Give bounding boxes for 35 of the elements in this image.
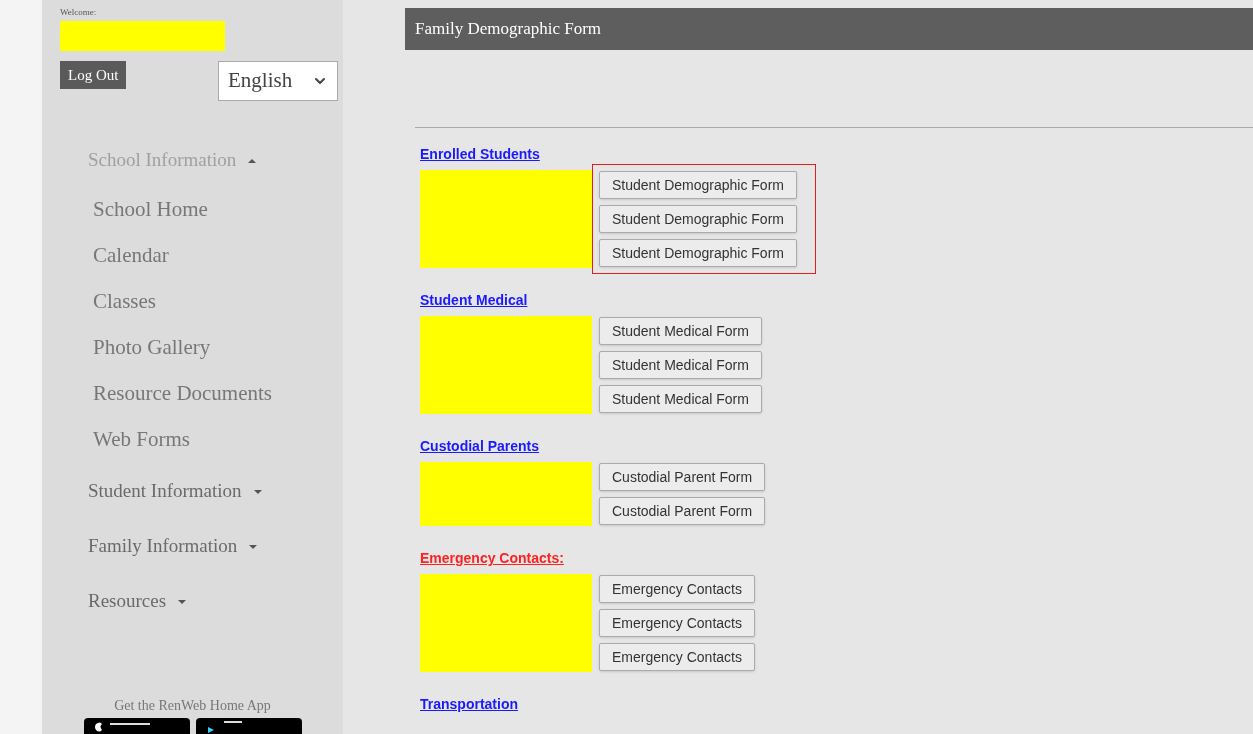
google-play-badge-icon[interactable] xyxy=(195,718,302,734)
welcome-label: Welcome: xyxy=(60,6,98,18)
nav-link[interactable]: Photo Gallery xyxy=(88,323,343,372)
section-heading[interactable]: Student Medical xyxy=(420,292,528,308)
page-title: Family Demographic Form xyxy=(415,18,602,41)
section-heading[interactable]: Enrolled Students xyxy=(420,146,540,162)
language-select[interactable]: English xyxy=(218,61,338,101)
form-button[interactable]: Student Medical Form xyxy=(599,385,762,413)
caret-down-icon xyxy=(249,543,258,550)
nav-link[interactable]: School Home xyxy=(88,185,343,234)
form-button[interactable]: Student Demographic Form xyxy=(599,205,797,233)
app-promo-text: Get the RenWeb Home App xyxy=(114,697,271,715)
form-button[interactable]: Custodial Parent Form xyxy=(599,463,766,491)
caret-down-icon xyxy=(178,598,187,605)
nav-link[interactable]: Web Forms xyxy=(88,415,343,464)
nav-section[interactable]: Student Information xyxy=(88,464,343,519)
form-button[interactable]: Student Medical Form xyxy=(599,351,762,379)
form-button[interactable]: Student Demographic Form xyxy=(599,171,797,199)
logout-button[interactable]: Log Out xyxy=(60,61,127,89)
form-button[interactable]: Emergency Contacts xyxy=(599,575,755,603)
nav-link[interactable]: Resource Documents xyxy=(88,369,343,418)
nav-section[interactable]: Resources xyxy=(88,574,343,629)
form-button[interactable]: Custodial Parent Form xyxy=(599,497,766,525)
nav-link[interactable]: Classes xyxy=(88,277,343,326)
caret-down-icon xyxy=(253,488,262,495)
nav-link[interactable]: Calendar xyxy=(88,231,343,280)
form-button[interactable]: Emergency Contacts xyxy=(599,643,755,671)
app-store-badge-icon[interactable] xyxy=(83,718,190,734)
form-button[interactable]: Student Demographic Form xyxy=(599,239,797,267)
form-button[interactable]: Emergency Contacts xyxy=(599,609,755,637)
section-heading[interactable]: Custodial Parents xyxy=(420,438,540,454)
caret-up-icon xyxy=(248,157,257,164)
nav-section[interactable]: Family Information xyxy=(88,519,343,574)
form-button[interactable]: Student Medical Form xyxy=(599,317,762,345)
section-heading[interactable]: Transportation xyxy=(420,696,518,712)
